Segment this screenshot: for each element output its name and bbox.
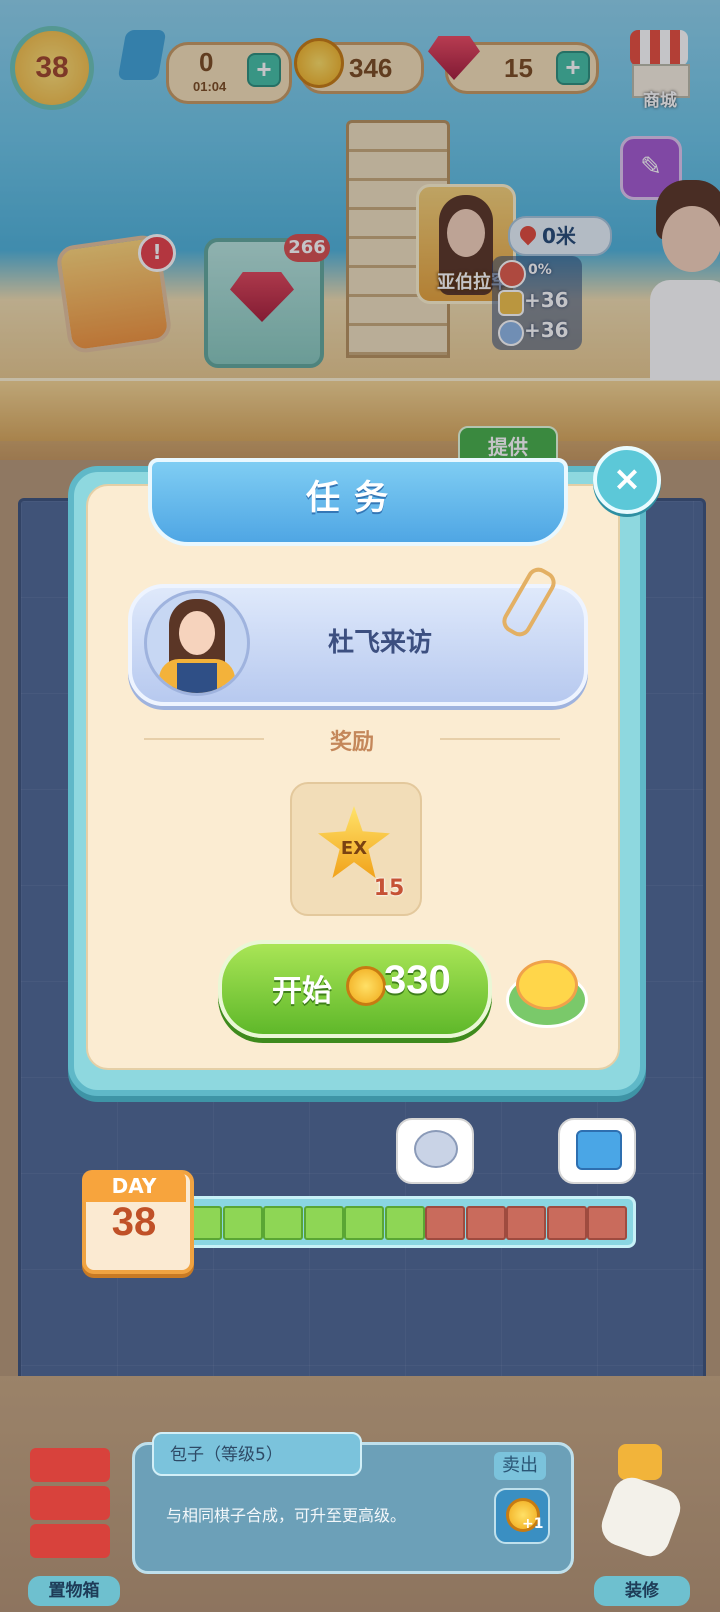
renovate-button[interactable]: [592, 1438, 692, 1568]
bowl-food: [516, 960, 578, 1010]
progress-segment: [344, 1206, 384, 1240]
divider-left: [144, 738, 264, 740]
paint-brush-icon: [596, 1472, 686, 1562]
coin-icon: [346, 966, 386, 1006]
basket-icon: [30, 1486, 110, 1520]
avatar-apron: [177, 663, 217, 693]
divider-right: [440, 738, 560, 740]
avatar-face: [179, 611, 215, 655]
progress-segment: [425, 1206, 465, 1240]
storage-box-button[interactable]: [24, 1438, 120, 1568]
reward-count: 15: [373, 876, 405, 901]
progress-segment: [546, 1206, 587, 1240]
start-label: 开始: [272, 974, 332, 1009]
sell-label: 卖出: [494, 1452, 546, 1480]
day-label: DAY: [111, 1174, 157, 1198]
brush-handle-icon: [618, 1444, 662, 1480]
plate-icon: [414, 1130, 458, 1168]
item-title: 包子（等级5）: [170, 1445, 283, 1465]
basket-icon: [30, 1524, 110, 1558]
dish-bowl-icon: [502, 950, 588, 1028]
task-name: 杜飞来访: [327, 628, 432, 658]
reward-label: 奖励: [329, 730, 374, 755]
storage-label: 置物箱: [28, 1576, 120, 1606]
start-cost: 330: [384, 958, 451, 1002]
day-number: 38: [111, 1200, 157, 1244]
basket-icon: [30, 1448, 110, 1482]
milestone-reward-bubble-1[interactable]: [396, 1118, 474, 1184]
sell-value: +1: [522, 1516, 544, 1532]
progress-segment: [303, 1206, 344, 1240]
progress-segment: [384, 1206, 425, 1240]
progress-segment: [465, 1206, 506, 1240]
milestone-reward-bubble-2[interactable]: [558, 1118, 636, 1184]
task-character-avatar: [144, 590, 250, 696]
progress-segment: [587, 1206, 627, 1240]
progress-segment: [222, 1206, 263, 1240]
chest-icon: [576, 1130, 622, 1170]
exp-star-text: EX: [340, 838, 368, 859]
item-description: 与相同棋子合成，可升至更高级。: [166, 1506, 407, 1525]
dialog-title: 任务: [306, 478, 402, 518]
renovate-label: 装修: [594, 1576, 690, 1606]
close-button[interactable]: ×: [593, 446, 661, 514]
progress-segment: [506, 1206, 546, 1240]
progress-segment: [263, 1206, 303, 1240]
